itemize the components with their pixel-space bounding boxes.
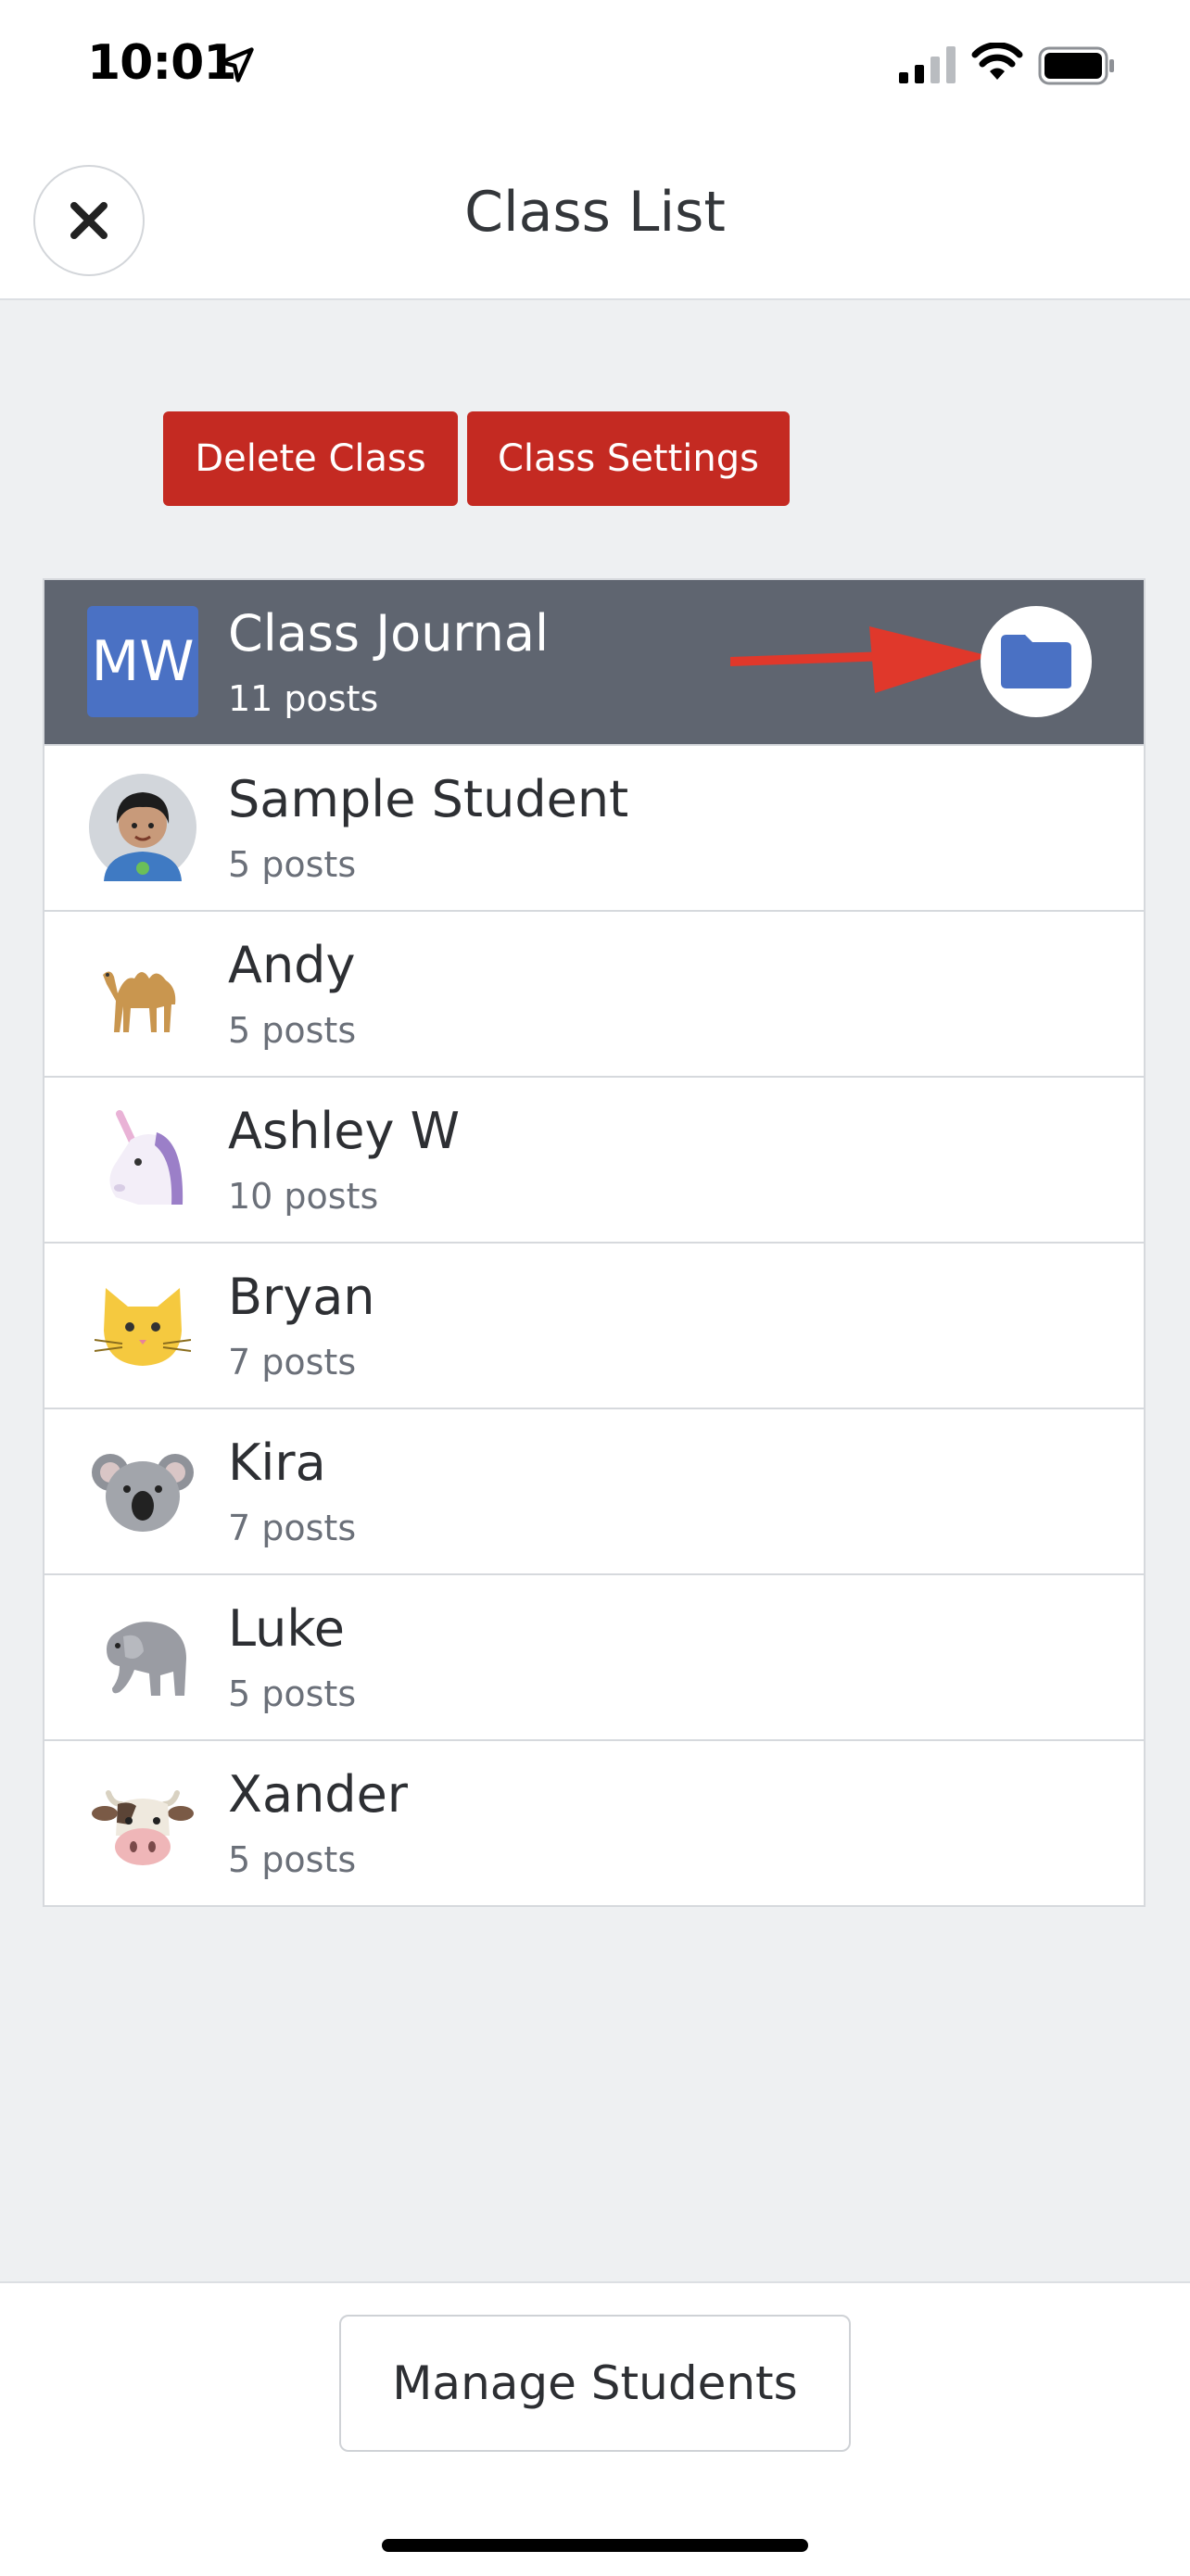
list-item-name: Luke	[228, 1599, 345, 1658]
battery-icon	[1038, 46, 1114, 85]
list-item-kira[interactable]: Kira 7 posts	[44, 1409, 1144, 1575]
list-item-ashley-w[interactable]: Ashley W 10 posts	[44, 1078, 1144, 1244]
bottom-bar: Manage Students	[0, 2281, 1190, 2576]
nav-bar: Class List	[0, 139, 1190, 300]
list-item-name: Ashley W	[228, 1102, 461, 1160]
location-arrow-icon	[219, 47, 254, 82]
list-item-count: 11 posts	[228, 678, 379, 719]
status-time: 10:01	[87, 35, 237, 91]
cellular-signal-icon	[899, 46, 956, 83]
cow-icon	[87, 1767, 198, 1878]
list-item-count: 5 posts	[228, 1673, 357, 1714]
list-item-count: 10 posts	[228, 1176, 379, 1217]
avatar: MW	[87, 606, 198, 717]
page-title: Class List	[464, 180, 726, 245]
cat-icon	[87, 1269, 198, 1381]
list-item-name: Andy	[228, 936, 356, 994]
list-item-name: Kira	[228, 1433, 326, 1492]
list-item-count: 5 posts	[228, 1010, 357, 1051]
list-item-count: 7 posts	[228, 1508, 357, 1548]
list-item-count: 5 posts	[228, 1839, 357, 1880]
wifi-icon	[971, 43, 1023, 80]
folder-icon	[1001, 635, 1071, 688]
class-settings-button[interactable]: Class Settings	[467, 411, 790, 506]
list-item-name: Sample Student	[228, 770, 629, 828]
list-item-andy[interactable]: Andy 5 posts	[44, 912, 1144, 1078]
list-item-name: Xander	[228, 1765, 409, 1824]
unicorn-icon	[87, 1104, 198, 1215]
camel-icon	[87, 938, 198, 1049]
student-avatar-icon	[87, 772, 198, 883]
list-item-name: Bryan	[228, 1268, 375, 1326]
folder-button[interactable]	[981, 606, 1092, 717]
list-item-name: Class Journal	[228, 604, 549, 663]
list-item-xander[interactable]: Xander 5 posts	[44, 1741, 1144, 1905]
status-bar: 10:01	[0, 0, 1190, 139]
manage-students-button[interactable]: Manage Students	[339, 2315, 851, 2452]
arrow-annotation-icon	[730, 626, 990, 693]
class-list: MW Class Journal 11 posts Sample Student…	[43, 578, 1146, 1907]
delete-class-button[interactable]: Delete Class	[163, 411, 458, 506]
list-item-sample-student[interactable]: Sample Student 5 posts	[44, 746, 1144, 912]
list-item-count: 7 posts	[228, 1342, 357, 1383]
list-item-count: 5 posts	[228, 844, 357, 885]
home-indicator[interactable]	[382, 2539, 808, 2552]
list-item-class-journal[interactable]: MW Class Journal 11 posts	[44, 580, 1144, 746]
koala-icon	[87, 1435, 198, 1547]
list-item-luke[interactable]: Luke 5 posts	[44, 1575, 1144, 1741]
elephant-icon	[87, 1601, 198, 1712]
list-item-bryan[interactable]: Bryan 7 posts	[44, 1244, 1144, 1409]
